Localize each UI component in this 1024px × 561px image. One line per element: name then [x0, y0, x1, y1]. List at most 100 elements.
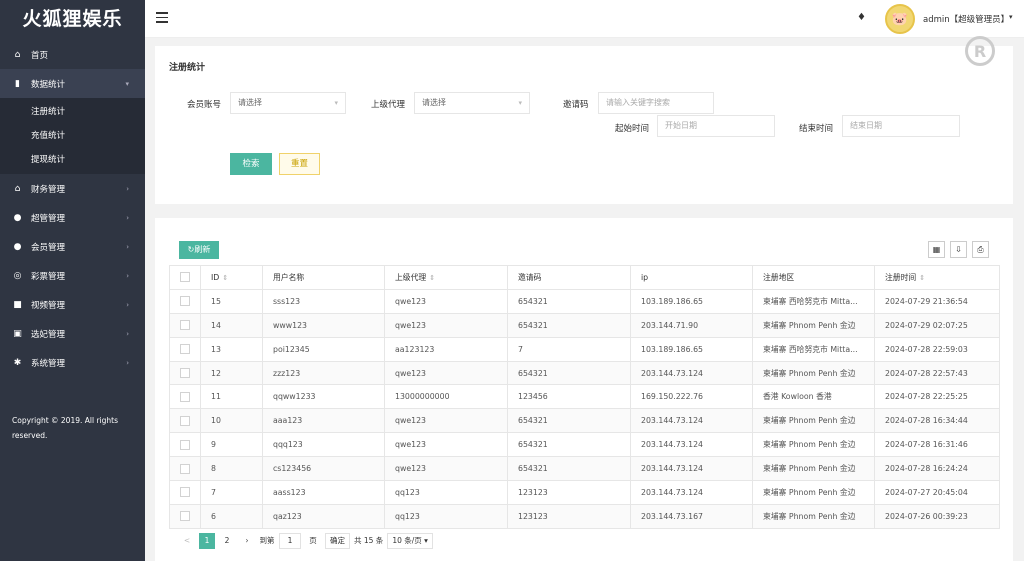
column-header-time[interactable]: 注册时间 ⇕ — [874, 265, 1000, 290]
table-panel: ↻刷新 ▦ ⇩ ⎙ ID ⇕ 用户名称 上级代理 ⇕ 邀请码 ip 注册地区 注册时… — [155, 218, 1013, 561]
cell-id: 14 — [200, 312, 263, 338]
refresh-button[interactable]: ↻刷新 — [179, 241, 219, 259]
pagination: < 1 2 › 到第 1 页 确定 共 15 条 10 条/页 ▾ — [179, 533, 437, 549]
agent-select[interactable]: 请选择 ▾ — [414, 92, 530, 114]
table-row: 13 poi12345 aa123123 7 103.189.186.65 柬埔寨 西哈努… — [169, 336, 1000, 362]
menu-toggle-icon[interactable] — [156, 12, 168, 26]
cell-id: 8 — [200, 456, 263, 482]
caret-down-icon[interactable]: ▾ — [1009, 13, 1013, 21]
columns-icon[interactable]: ▦ — [928, 241, 945, 258]
row-checkbox[interactable] — [169, 480, 201, 505]
next-page-button[interactable]: › — [239, 533, 255, 549]
sidebar-item-statistics[interactable]: ▮ 数据统计 ▾ — [0, 69, 145, 98]
row-checkbox[interactable] — [169, 432, 201, 458]
row-checkbox[interactable] — [169, 503, 201, 529]
cell-invite-code: 654321 — [507, 288, 631, 314]
cell-register-time: 2024-07-28 16:31:46 — [874, 432, 1000, 458]
sidebar-item-label: 系统管理 — [31, 358, 66, 369]
cell-agent: qwe123 — [384, 432, 508, 458]
cell-region: 柬埔寨 Phnom Penh 金边 — [752, 432, 875, 458]
invite-label: 邀请码 — [563, 100, 589, 110]
cell-ip: 203.144.73.124 — [630, 432, 753, 458]
page-1-button[interactable]: 1 — [199, 533, 215, 549]
column-header-username: 用户名称 — [262, 265, 385, 290]
submenu-item-register-stats[interactable]: 注册统计 — [0, 100, 145, 124]
sidebar-item-system[interactable]: ✱ 系统管理 › — [0, 348, 145, 377]
column-header-agent[interactable]: 上级代理 ⇕ — [384, 265, 508, 290]
sidebar-item-label: 数据统计 — [31, 79, 66, 90]
registered-mark-icon: R — [965, 36, 995, 66]
chevron-right-icon: › — [126, 358, 129, 367]
sidebar-item-video[interactable]: ■ 视频管理 › — [0, 290, 145, 319]
avatar[interactable]: 🐷 — [885, 4, 915, 34]
ticket-icon: ▣ — [13, 328, 22, 339]
page-jump-input[interactable]: 1 — [279, 533, 301, 549]
goto-label: 到第 — [259, 536, 275, 545]
row-checkbox[interactable] — [169, 360, 201, 386]
cell-id: 7 — [200, 480, 263, 505]
cell-agent: qq123 — [384, 480, 508, 505]
cell-username: qqww1233 — [262, 384, 385, 410]
cell-username: aaa123 — [262, 408, 385, 434]
page-2-button[interactable]: 2 — [219, 533, 235, 549]
sidebar-item-home[interactable]: ⌂ 首页 — [0, 40, 145, 69]
row-checkbox[interactable] — [169, 312, 201, 338]
page-size-select[interactable]: 10 条/页 ▾ — [387, 533, 433, 549]
cell-register-time: 2024-07-26 00:39:23 — [874, 503, 1000, 529]
submenu-item-recharge-stats[interactable]: 充值统计 — [0, 124, 145, 148]
invite-input[interactable]: 请输入关键字搜索 — [598, 92, 714, 114]
row-checkbox[interactable] — [169, 408, 201, 434]
cell-region: 柬埔寨 Phnom Penh 金边 — [752, 360, 875, 386]
cell-id: 15 — [200, 288, 263, 314]
cell-username: qaz123 — [262, 503, 385, 529]
sidebar-item-finance[interactable]: ⌂ 财务管理 › — [0, 174, 145, 203]
row-checkbox[interactable] — [169, 456, 201, 482]
cell-id: 9 — [200, 432, 263, 458]
cell-ip: 203.144.71.90 — [630, 312, 753, 338]
select-all-checkbox[interactable] — [169, 265, 201, 290]
table-row: 12 zzz123 qwe123 654321 203.144.73.124 柬埔寨 Ph… — [169, 360, 1000, 386]
cell-invite-code: 123123 — [507, 503, 631, 529]
cell-ip: 169.150.222.76 — [630, 384, 753, 410]
end-date-input[interactable]: 结束日期 — [842, 115, 960, 137]
cell-region: 柬埔寨 Phnom Penh 金边 — [752, 503, 875, 529]
start-date-label: 起始时间 — [615, 124, 650, 134]
print-icon[interactable]: ⎙ — [972, 241, 989, 258]
sidebar-item-members[interactable]: ● 会员管理 › — [0, 232, 145, 261]
sidebar-item-selection[interactable]: ▣ 选妃管理 › — [0, 319, 145, 348]
cell-invite-code: 654321 — [507, 432, 631, 458]
cell-register-time: 2024-07-28 22:57:43 — [874, 360, 1000, 386]
column-header-id[interactable]: ID ⇕ — [200, 265, 263, 290]
confirm-button[interactable]: 确定 — [325, 533, 350, 549]
cell-username: zzz123 — [262, 360, 385, 386]
filter-panel: 注册统计 R 会员账号 请选择 ▾ 上级代理 请选择 ▾ 邀请码 请输入关键字搜… — [155, 36, 1013, 204]
row-checkbox[interactable] — [169, 288, 201, 314]
cell-username: poi12345 — [262, 336, 385, 362]
video-icon: ■ — [13, 299, 22, 310]
user-name[interactable]: admin【超级管理员】 — [923, 13, 1009, 25]
start-date-input[interactable]: 开始日期 — [657, 115, 775, 137]
row-checkbox[interactable] — [169, 384, 201, 410]
table-row: 7 aass123 qq123 123123 203.144.73.124 柬埔寨 Phn… — [169, 480, 1000, 505]
member-select[interactable]: 请选择 ▾ — [230, 92, 346, 114]
export-icon[interactable]: ⇩ — [950, 241, 967, 258]
column-header-region: 注册地区 — [752, 265, 875, 290]
cell-register-time: 2024-07-29 02:07:25 — [874, 312, 1000, 338]
search-button[interactable]: 检索 — [230, 153, 272, 175]
submenu-item-withdraw-stats[interactable]: 提现统计 — [0, 148, 145, 172]
cell-region: 柬埔寨 西哈努克市 Mitta... — [752, 288, 875, 314]
reset-button[interactable]: 重置 — [279, 153, 320, 175]
chevron-down-icon: ▾ — [334, 99, 338, 107]
prev-page-button[interactable]: < — [179, 533, 195, 549]
cell-id: 6 — [200, 503, 263, 529]
sidebar-item-lottery[interactable]: ◎ 彩票管理 › — [0, 261, 145, 290]
notification-icon[interactable]: ♦ — [857, 12, 866, 23]
row-checkbox[interactable] — [169, 336, 201, 362]
sidebar-item-label: 会员管理 — [31, 242, 66, 253]
cell-region: 柬埔寨 Phnom Penh 金边 — [752, 408, 875, 434]
cell-username: sss123 — [262, 288, 385, 314]
sort-icon: ⇕ — [222, 273, 229, 282]
cell-ip: 203.144.73.124 — [630, 480, 753, 505]
sidebar-item-admin[interactable]: ● 超管管理 › — [0, 203, 145, 232]
cell-invite-code: 654321 — [507, 456, 631, 482]
